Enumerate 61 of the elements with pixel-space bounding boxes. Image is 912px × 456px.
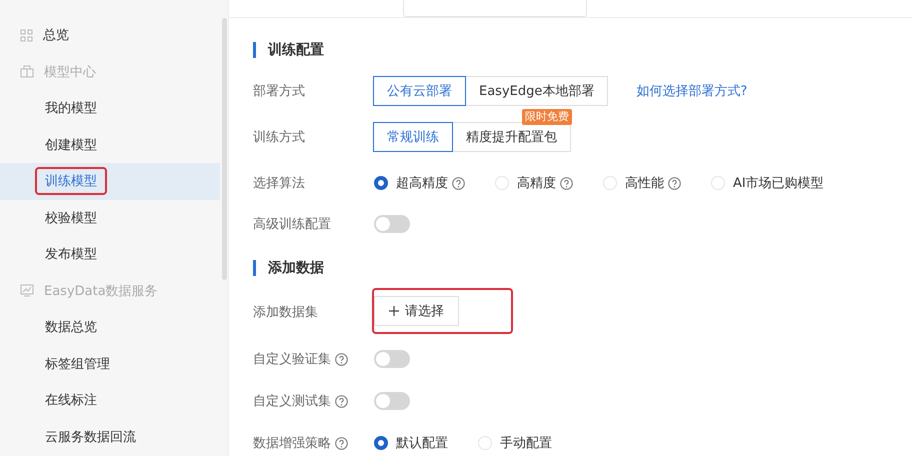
- field-label: 自定义测试集: [253, 393, 331, 410]
- segment-option[interactable]: EasyEdge本地部署: [465, 76, 608, 106]
- radio-button[interactable]: [374, 176, 388, 190]
- section-marker: [253, 260, 256, 276]
- section-title: 训练配置: [268, 41, 324, 59]
- field-label: 部署方式: [253, 83, 305, 100]
- sidebar-item[interactable]: 标签组管理: [45, 354, 110, 373]
- sidebar-item[interactable]: 创建模型: [45, 136, 97, 154]
- sidebar-item[interactable]: 校验模型: [45, 208, 97, 227]
- selected-row[interactable]: 训练模型: [0, 163, 220, 200]
- toggle-switch[interactable]: [374, 392, 410, 410]
- help-icon[interactable]: [668, 176, 681, 190]
- sidebar-item[interactable]: 数据总览: [45, 318, 97, 336]
- field-label: 自定义验证集: [253, 351, 331, 368]
- help-icon[interactable]: [335, 352, 348, 366]
- sidebar-row[interactable]: 在线标注: [0, 382, 220, 418]
- sidebar-item[interactable]: 在线标注: [45, 391, 97, 410]
- sidebar-row[interactable]: 数据总览: [0, 309, 220, 346]
- help-icon[interactable]: [452, 176, 465, 190]
- section-title: 添加数据: [268, 259, 324, 277]
- grid-icon: [20, 28, 33, 42]
- scrollbar[interactable]: [222, 18, 226, 280]
- help-icon[interactable]: [560, 176, 573, 190]
- sidebar-item[interactable]: 云服务数据回流: [45, 428, 136, 446]
- chart-icon: [20, 284, 34, 298]
- field-label: 添加数据集: [253, 304, 318, 321]
- sidebar-item[interactable]: 我的模型: [45, 99, 97, 118]
- toggle-switch[interactable]: [374, 350, 410, 368]
- radio-label: 手动配置: [500, 435, 552, 452]
- radio-label: 默认配置: [396, 435, 448, 452]
- help-icon[interactable]: [335, 436, 348, 450]
- toggle-switch[interactable]: [374, 215, 410, 233]
- sidebar-item[interactable]: 总览: [43, 26, 69, 44]
- field-label: 高级训练配置: [253, 216, 331, 233]
- help-link[interactable]: 如何选择部署方式?: [636, 82, 748, 100]
- section-marker: [253, 42, 256, 58]
- radio-label: 超高精度: [396, 175, 448, 192]
- segment-option[interactable]: 常规训练: [373, 122, 453, 152]
- cube-icon: [20, 65, 34, 78]
- sidebar-row[interactable]: 我的模型: [0, 90, 220, 126]
- sidebar-row[interactable]: 创建模型: [0, 126, 220, 163]
- segment-option[interactable]: 精度提升配置包: [452, 122, 571, 152]
- sidebar-row[interactable]: 校验模型: [0, 200, 220, 236]
- radio-button[interactable]: [374, 436, 388, 450]
- radio-label: 高精度: [517, 175, 556, 192]
- field-label: 数据增强策略: [253, 435, 331, 452]
- input-field[interactable]: [403, 0, 587, 17]
- select-button[interactable]: 请选择: [374, 296, 459, 326]
- segment-option[interactable]: 公有云部署: [373, 76, 466, 106]
- help-icon[interactable]: [335, 394, 348, 408]
- plus-icon: [389, 306, 399, 316]
- radio-label: AI市场已购模型: [733, 175, 824, 192]
- field-label: 选择算法: [253, 175, 305, 192]
- sidebar-row[interactable]: 发布模型: [0, 236, 220, 272]
- sidebar-row[interactable]: 标签组管理: [0, 346, 220, 382]
- radio-label: 高性能: [625, 175, 664, 192]
- field-label: 训练方式: [253, 129, 305, 146]
- promo-badge: 限时免费: [522, 109, 572, 125]
- sidebar-item[interactable]: 训练模型: [45, 174, 97, 190]
- sidebar-row[interactable]: 云服务数据回流: [0, 418, 220, 455]
- sidebar-item[interactable]: 发布模型: [45, 245, 97, 264]
